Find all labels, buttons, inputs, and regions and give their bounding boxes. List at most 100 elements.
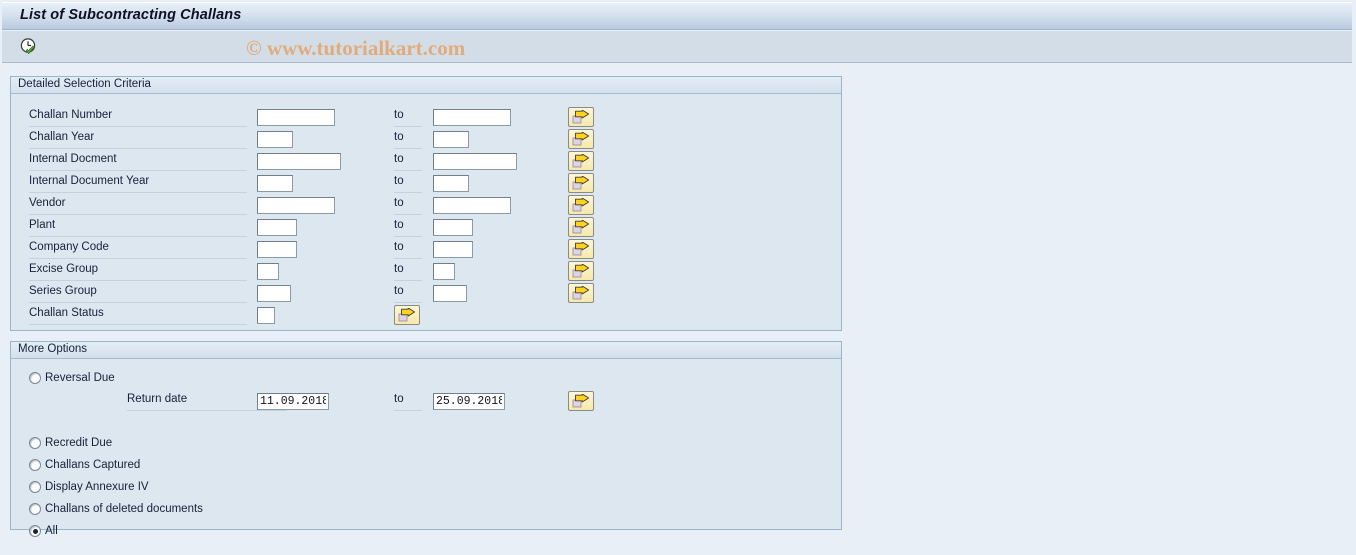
multiple-selection-button[interactable] [394,305,420,325]
to-label: to [394,175,422,193]
more-options-panel: More Options Reversal Due Recredit Due Cha… [10,341,842,537]
criteria-from-input[interactable] [257,153,341,170]
criteria-to-input[interactable] [433,263,455,280]
multiple-selection-button[interactable] [568,217,594,237]
criteria-panel-title: Detailed Selection Criteria [18,78,151,90]
criteria-from-input[interactable] [257,263,279,280]
criteria-rows-container: Challan Number to Challan Year to Internal D… [11,95,841,330]
criteria-to-input[interactable] [433,153,517,170]
option-radio-label: Reversal Due [45,372,115,384]
criteria-row: Vendor to [11,194,841,216]
option-radio-label: Recredit Due [45,437,113,449]
criteria-row-label: Vendor [29,197,247,215]
to-label: to [394,219,422,237]
multiple-selection-arrow-icon [572,132,590,146]
return-date-multiple-selection-button[interactable] [568,391,594,411]
detailed-selection-criteria-panel: Detailed Selection Criteria Challan Numb… [10,76,842,331]
multiple-selection-button[interactable] [568,261,594,281]
to-label: to [394,153,422,171]
to-label: to [394,197,422,215]
criteria-row-label: Company Code [29,241,247,259]
options-rows-container: Reversal Due Recredit Due Challans Capture… [11,360,841,537]
criteria-row: Challan Number to [11,106,841,128]
criteria-row: Challan Status [11,304,841,326]
multiple-selection-button[interactable] [568,173,594,193]
multiple-selection-button[interactable] [568,151,594,171]
criteria-row-label: Plant [29,219,247,237]
radio-indicator-icon [29,372,41,384]
option-radio-all[interactable]: All [29,521,58,541]
criteria-row: Series Group to [11,282,841,304]
criteria-to-input[interactable] [433,219,473,236]
option-radio-label: Challans of deleted documents [45,503,203,515]
execute-clock-check-icon [20,38,36,55]
return-date-to-label: to [394,393,422,411]
multiple-selection-arrow-icon [572,220,590,234]
criteria-from-input[interactable] [257,175,293,192]
option-radio-recredit-due[interactable]: Recredit Due [29,433,112,453]
criteria-row: Excise Group to [11,260,841,282]
options-panel-title: More Options [18,343,88,355]
criteria-row: Company Code to [11,238,841,260]
criteria-row-label: Internal Document Year [29,175,247,193]
criteria-to-input[interactable] [433,109,511,126]
multiple-selection-button[interactable] [568,195,594,215]
multiple-selection-arrow-icon [572,394,590,408]
page-title: List of Subcontracting Challans [20,7,242,23]
criteria-from-input[interactable] [257,109,335,126]
options-panel-header: More Options [11,342,841,359]
radio-indicator-icon [29,459,41,471]
multiple-selection-button[interactable] [568,129,594,149]
criteria-to-input[interactable] [433,285,467,302]
criteria-from-input[interactable] [257,219,297,236]
option-radio-reversal-due[interactable]: Reversal Due [29,368,115,388]
criteria-to-input[interactable] [433,175,469,192]
criteria-from-input[interactable] [257,131,293,148]
criteria-panel-header: Detailed Selection Criteria [11,77,841,94]
criteria-row-label: Internal Docment [29,153,247,171]
multiple-selection-arrow-icon [572,110,590,124]
multiple-selection-button[interactable] [568,283,594,303]
criteria-row: Challan Year to [11,128,841,150]
window-titlebar: List of Subcontracting Challans [2,2,1352,30]
multiple-selection-arrow-icon [572,176,590,190]
to-label: to [394,285,422,303]
criteria-from-input[interactable] [257,241,297,258]
option-radio-label: All [45,525,58,537]
option-radio-label: Display Annexure IV [45,481,149,493]
multiple-selection-arrow-icon [572,242,590,256]
multiple-selection-button[interactable] [568,239,594,259]
execute-button[interactable] [16,35,42,59]
option-radio-challans-captured[interactable]: Challans Captured [29,455,140,475]
application-toolbar [2,31,1352,63]
multiple-selection-button[interactable] [568,107,594,127]
to-label: to [394,131,422,149]
radio-indicator-icon [29,481,41,493]
criteria-to-input[interactable] [433,197,511,214]
return-date-to-input[interactable] [433,393,505,410]
criteria-row: Internal Document Year to [11,172,841,194]
multiple-selection-arrow-icon [572,264,590,278]
criteria-from-input[interactable] [257,197,335,214]
to-label: to [394,241,422,259]
criteria-to-input[interactable] [433,131,469,148]
criteria-to-input[interactable] [433,241,473,258]
criteria-row-label: Challan Year [29,131,247,149]
criteria-row-label: Challan Number [29,109,247,127]
multiple-selection-arrow-icon [398,308,416,322]
criteria-from-input[interactable] [257,285,291,302]
to-label: to [394,263,422,281]
criteria-from-input[interactable] [257,307,275,324]
option-radio-display-annexure-iv[interactable]: Display Annexure IV [29,477,149,497]
criteria-row: Plant to [11,216,841,238]
return-date-from-input[interactable] [257,393,329,410]
return-date-row: Return dateto [11,390,841,412]
criteria-row-label: Excise Group [29,263,247,281]
multiple-selection-arrow-icon [572,286,590,300]
multiple-selection-arrow-icon [572,198,590,212]
radio-indicator-icon [29,525,41,537]
multiple-selection-arrow-icon [572,154,590,168]
radio-indicator-icon [29,503,41,515]
criteria-row-label: Challan Status [29,307,247,325]
option-radio-challans-of-deleted-documents[interactable]: Challans of deleted documents [29,499,203,519]
